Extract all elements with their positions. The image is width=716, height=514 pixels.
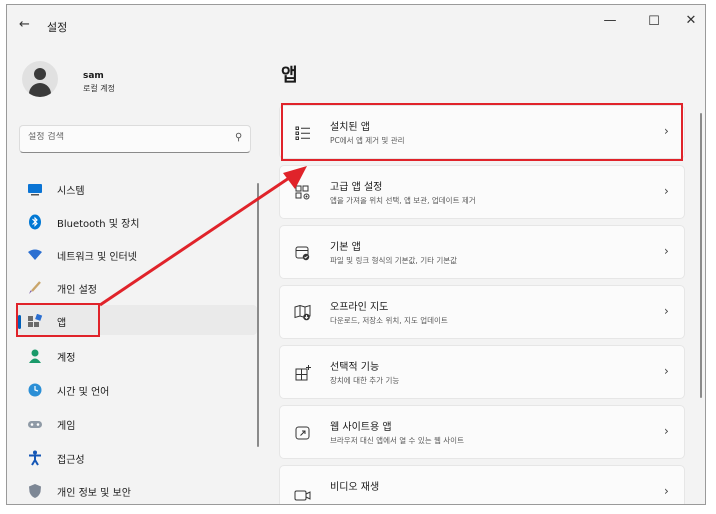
annotation-arrow-head	[283, 166, 307, 189]
annotation-arrow-line	[99, 172, 296, 307]
settings-window: ← 설정 — ☐ ✕ sam 로컬 계정 ⚲ 시스템 Bluetooth 및 장…	[6, 4, 706, 505]
annotation-arrow	[99, 166, 307, 307]
